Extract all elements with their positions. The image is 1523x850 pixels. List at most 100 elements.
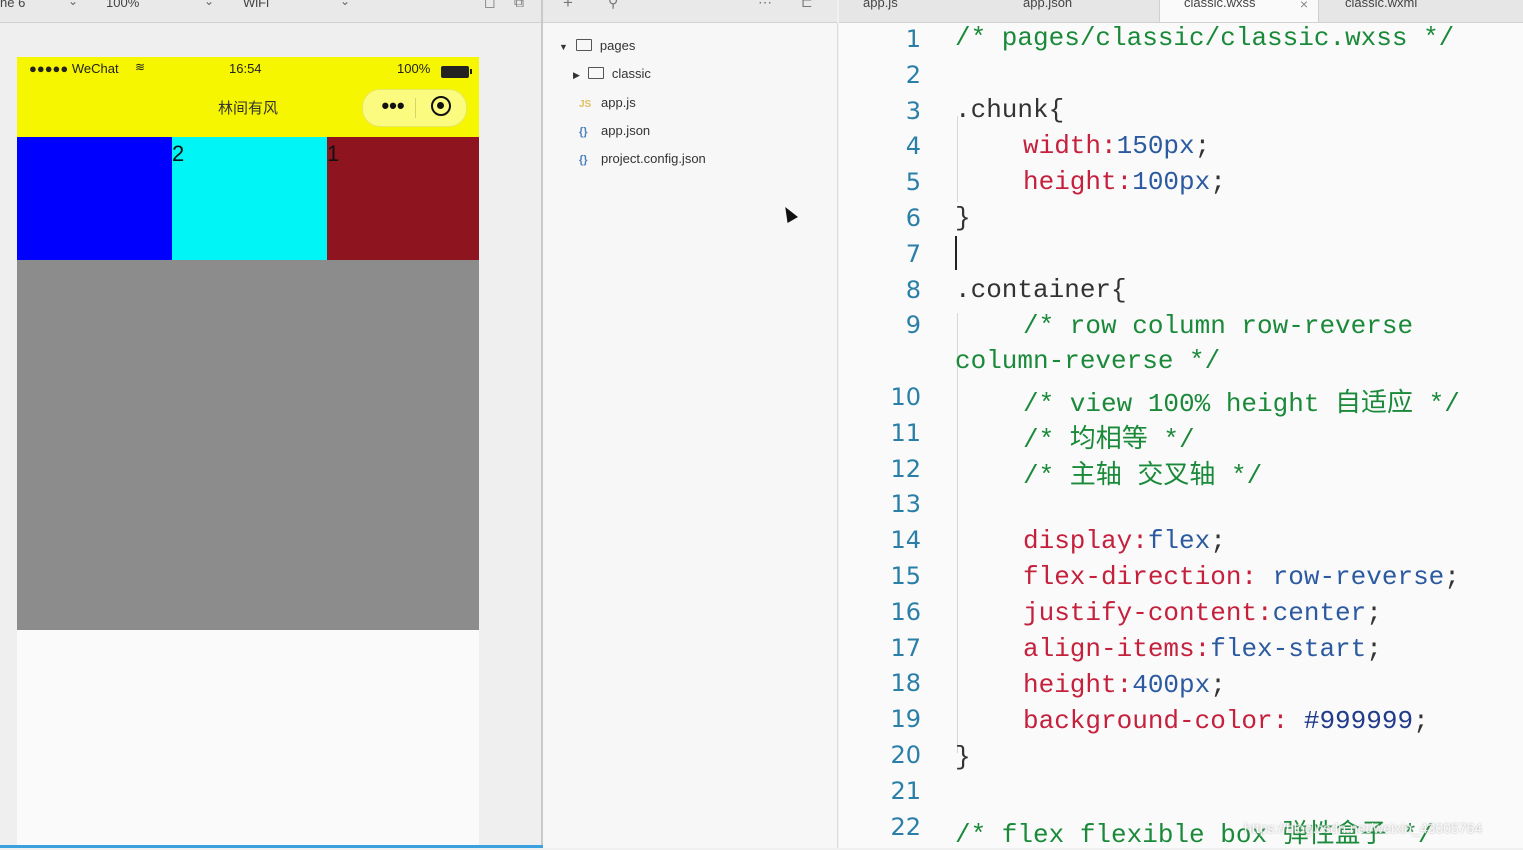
- css-semicolon: ;: [1413, 706, 1429, 736]
- tree-label: app.json: [601, 123, 651, 138]
- zoom-select[interactable]: 100%: [106, 0, 139, 10]
- volume-icon[interactable]: ◻: [484, 0, 496, 11]
- chevron-down-icon[interactable]: ⌄: [340, 0, 350, 8]
- css-semicolon: ;: [1366, 598, 1382, 628]
- phone-screen: ●●●●● WeChat ≋ 16:54 100% 林间有风 ••• 2 1: [17, 57, 479, 848]
- close-miniprogram-icon[interactable]: [431, 96, 451, 116]
- tree-folder-classic[interactable]: ▶ classic: [573, 66, 651, 81]
- window-icon[interactable]: ⧉: [514, 0, 524, 11]
- more-icon[interactable]: •••: [373, 94, 413, 118]
- json-file-icon: {}: [579, 126, 588, 138]
- wifi-icon: ≋: [135, 60, 146, 74]
- css-value: 400px: [1132, 670, 1211, 700]
- nav-bar: 林间有风 •••: [17, 81, 479, 137]
- css-value: flex-start: [1210, 634, 1367, 664]
- status-time: 16:54: [229, 61, 262, 76]
- code-line-5: height:100px;: [955, 167, 1226, 197]
- line-number: 9: [905, 311, 921, 340]
- css-semicolon: ;: [1210, 167, 1226, 197]
- chunk-2: 2: [172, 137, 327, 260]
- search-icon[interactable]: ⚲: [608, 0, 618, 11]
- add-icon[interactable]: +: [563, 0, 573, 13]
- line-number: 13: [890, 490, 921, 519]
- css-value: row-reverse: [1257, 562, 1445, 592]
- line-number: 21: [890, 776, 921, 805]
- line-number: 3: [905, 96, 921, 125]
- line-number: 12: [890, 454, 921, 483]
- watermark: https://blog.csdn.net/weixin_43005764: [1244, 820, 1483, 836]
- css-property: width:: [1023, 131, 1117, 161]
- carrier-label: ●●●●● WeChat: [29, 61, 119, 76]
- network-select[interactable]: WiFi: [243, 0, 269, 10]
- json-file-icon: {}: [579, 154, 588, 166]
- code-line-18: height:400px;: [955, 670, 1226, 700]
- code-line-6: }: [955, 203, 971, 233]
- css-semicolon: ;: [1210, 670, 1226, 700]
- css-semicolon: ;: [1210, 526, 1226, 556]
- code-line-9-wrap: column-reverse */: [955, 346, 1221, 376]
- js-file-icon: JS: [579, 99, 592, 110]
- code-line-20: }: [955, 742, 971, 772]
- folder-open-icon: [575, 39, 592, 51]
- tab-app-json[interactable]: app.json: [999, 0, 1149, 22]
- file-tree-toolbar: + ⚲ ⋯ ⊏: [543, 0, 837, 23]
- css-property: justify-content:: [1023, 598, 1273, 628]
- chunk-label: 2: [172, 141, 185, 166]
- code-line-9: /* row column row-reverse: [1023, 311, 1414, 341]
- css-semicolon: ;: [1194, 131, 1211, 161]
- line-number: 4: [905, 132, 921, 161]
- code-line-3: .chunk{: [955, 95, 1065, 125]
- more-icon[interactable]: ⋯: [758, 0, 772, 11]
- code-line-11: /* 均相等 */: [1023, 425, 1195, 455]
- css-property: flex-direction:: [1023, 562, 1258, 592]
- chevron-down-icon[interactable]: ⌄: [204, 0, 214, 8]
- line-number: 5: [905, 168, 921, 197]
- close-icon[interactable]: ×: [1300, 0, 1308, 12]
- caret-right-icon: ▶: [573, 70, 580, 80]
- css-semicolon: ;: [1366, 634, 1382, 664]
- line-number: 16: [890, 597, 921, 626]
- line-number: 20: [890, 741, 921, 769]
- css-value: #999999: [1288, 706, 1414, 736]
- line-number: 11: [890, 418, 921, 447]
- tab-classic-wxss[interactable]: classic.wxss ×: [1159, 0, 1319, 22]
- tree-file-app-js[interactable]: JS app.js: [579, 95, 636, 110]
- line-number: 1: [905, 25, 921, 53]
- line-number: 6: [905, 204, 921, 232]
- chevron-down-icon[interactable]: ⌄: [68, 0, 78, 8]
- code-line-14: display:flex;: [955, 526, 1226, 556]
- css-property: align-items:: [1023, 634, 1211, 664]
- code-line-17: align-items:flex-start;: [955, 634, 1382, 664]
- line-number: 8: [905, 275, 921, 304]
- code-line-15: flex-direction: row-reverse;: [955, 562, 1460, 592]
- tree-folder-pages[interactable]: ▼ pages: [559, 38, 635, 53]
- menu-capsule: •••: [362, 89, 467, 127]
- code-line-16: justify-content:center;: [955, 598, 1382, 628]
- tab-app-js[interactable]: app.js: [839, 0, 959, 22]
- chunk-1: 1: [327, 137, 479, 260]
- css-property: display:: [1023, 526, 1148, 556]
- tree-file-app-json[interactable]: {} app.json: [579, 123, 650, 138]
- battery-icon: [441, 66, 472, 78]
- css-property: height:: [1023, 167, 1133, 197]
- tree-label: app.js: [601, 95, 636, 110]
- tab-classic-wxml[interactable]: classic.wxml: [1329, 0, 1479, 22]
- code-line-4: width:150px;: [955, 131, 1210, 161]
- status-bar: ●●●●● WeChat ≋ 16:54 100%: [17, 57, 479, 81]
- battery-percent: 100%: [397, 61, 431, 76]
- code-editor[interactable]: 1 2 3 4 5 6 7 8 9 10 11 12 13 14 15 16 17 18 19 20 21 22 /* p…: [839, 23, 1523, 850]
- tree-label: project.config.json: [601, 151, 706, 166]
- caret-down-icon: ▼: [559, 42, 568, 52]
- line-number: 18: [890, 669, 921, 698]
- line-number: 10: [890, 383, 921, 411]
- tree-file-project-config[interactable]: {} project.config.json: [579, 151, 706, 166]
- split-icon[interactable]: ⊏: [801, 0, 813, 11]
- device-select[interactable]: ne 6: [0, 0, 25, 10]
- simulator-pane: ●●●●● WeChat ≋ 16:54 100% 林间有风 ••• 2 1: [0, 23, 541, 848]
- simulator-toolbar: ne 6 ⌄ 100% ⌄ WiFi ⌄ ◻ ⧉: [0, 0, 541, 23]
- css-value: 150px: [1116, 131, 1195, 161]
- css-semicolon: ;: [1444, 562, 1460, 592]
- css-value: center: [1272, 598, 1367, 628]
- line-number: 14: [890, 526, 921, 555]
- folder-icon: [587, 67, 604, 79]
